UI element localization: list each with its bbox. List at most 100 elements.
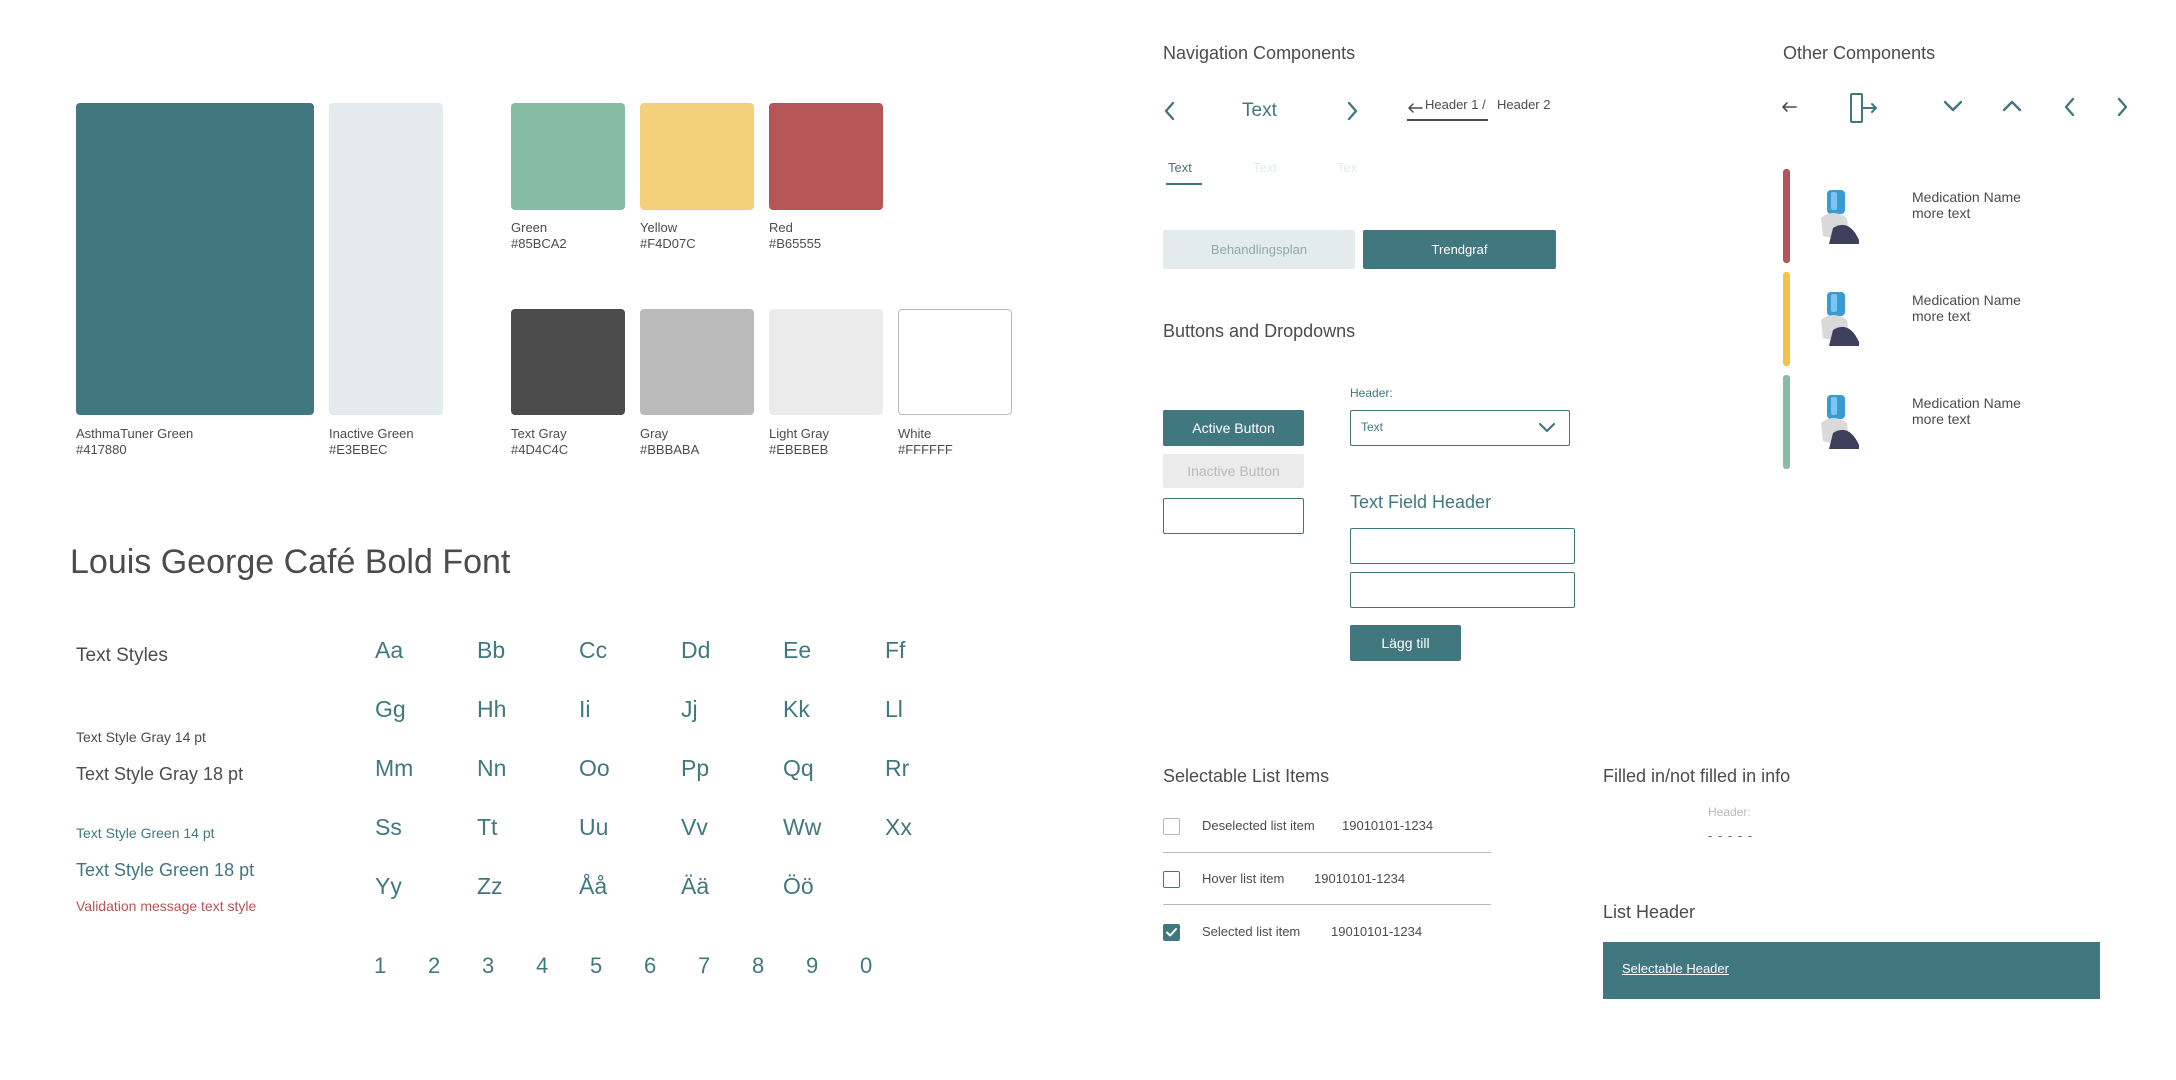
swatch-hex: #B65555 bbox=[769, 236, 822, 251]
glyph: Pp bbox=[681, 755, 710, 781]
other-components-title: Other Components bbox=[1783, 43, 1936, 63]
swatch-white bbox=[898, 309, 1012, 415]
selectable-header-link[interactable]: Selectable Header bbox=[1622, 961, 1729, 976]
list-divider bbox=[1163, 852, 1491, 853]
status-bar-yellow bbox=[1783, 272, 1790, 366]
chevron-left-icon[interactable] bbox=[1162, 100, 1178, 122]
chevron-up-icon[interactable] bbox=[2001, 98, 2023, 119]
swatch-hex: #F4D07C bbox=[640, 236, 696, 251]
list-item-id: 19010101-1234 bbox=[1331, 924, 1423, 939]
breadcrumb-back-icon[interactable] bbox=[1407, 101, 1423, 119]
medication-sub: more text bbox=[1912, 411, 1971, 427]
glyph: Xx bbox=[885, 814, 912, 840]
tab-active[interactable]: Text bbox=[1168, 160, 1192, 175]
glyph: Kk bbox=[783, 696, 810, 722]
text-field-1[interactable] bbox=[1350, 528, 1575, 564]
filled-info-header: Header: bbox=[1708, 805, 1751, 819]
list-item-label: Selected list item bbox=[1202, 924, 1301, 939]
digit: 4 bbox=[536, 953, 549, 978]
glyph: Dd bbox=[681, 637, 711, 663]
digit: 0 bbox=[860, 953, 873, 978]
buttons-title: Buttons and Dropdowns bbox=[1163, 321, 1356, 341]
list-header-bar[interactable]: Selectable Header bbox=[1603, 942, 2100, 999]
swatch-yellow bbox=[640, 103, 754, 210]
swatch-hex: #FFFFFF bbox=[898, 442, 953, 457]
filled-info-placeholder: - - - - - bbox=[1708, 828, 1754, 843]
glyph: Uu bbox=[579, 814, 609, 840]
swatch-inactive-green bbox=[329, 103, 443, 415]
glyph: Rr bbox=[885, 755, 910, 781]
glyph: Ss bbox=[375, 814, 402, 840]
status-bar-red bbox=[1783, 169, 1790, 263]
swatch-name: Inactive Green bbox=[329, 426, 414, 441]
glyph: Yy bbox=[375, 873, 402, 899]
segment-trendgraf[interactable]: Trendgraf bbox=[1363, 230, 1556, 269]
checkbox-checked-icon[interactable] bbox=[1163, 924, 1180, 941]
glyph: Vv bbox=[681, 814, 708, 840]
swatch-hex: #BBBABA bbox=[640, 442, 700, 457]
glyph: Gg bbox=[375, 696, 406, 722]
swatch-name: Yellow bbox=[640, 220, 678, 235]
digit: 1 bbox=[374, 953, 387, 978]
tab-inactive[interactable]: Text bbox=[1253, 160, 1277, 175]
chevron-left-icon[interactable] bbox=[2062, 96, 2078, 123]
active-button[interactable]: Active Button bbox=[1163, 410, 1304, 446]
digit: 3 bbox=[482, 953, 495, 978]
logout-icon[interactable] bbox=[1847, 92, 1879, 129]
list-header-title: List Header bbox=[1603, 902, 1696, 922]
swatch-green bbox=[511, 103, 625, 210]
medication-name: Medication Name bbox=[1912, 395, 2021, 411]
digit: 6 bbox=[644, 953, 657, 978]
glyph: Cc bbox=[579, 637, 608, 663]
chevron-right-icon[interactable] bbox=[2114, 96, 2130, 123]
glyph: Ff bbox=[885, 637, 906, 663]
digit: 8 bbox=[752, 953, 765, 978]
swatch-text-gray bbox=[511, 309, 625, 415]
segment-behandlingsplan[interactable]: Behandlingsplan bbox=[1163, 230, 1355, 269]
list-item-label: Hover list item bbox=[1202, 871, 1285, 886]
glyph: Qq bbox=[783, 755, 814, 781]
inhaler-icon bbox=[1815, 393, 1863, 460]
list-divider bbox=[1163, 904, 1491, 905]
chevron-down-icon bbox=[1537, 421, 1557, 440]
text-styles-title: Text Styles bbox=[76, 645, 168, 666]
checkbox-hover-icon[interactable] bbox=[1163, 871, 1180, 888]
swatch-gray bbox=[640, 309, 754, 415]
swatch-name: Light Gray bbox=[769, 426, 829, 441]
glyph: Bb bbox=[477, 637, 506, 663]
inactive-button[interactable]: Inactive Button bbox=[1163, 454, 1304, 488]
text-field-2[interactable] bbox=[1350, 572, 1575, 608]
add-button[interactable]: Lägg till bbox=[1350, 625, 1461, 661]
swatch-name: White bbox=[898, 426, 932, 441]
dropdown-value: Text bbox=[1361, 420, 1384, 434]
swatch-red bbox=[769, 103, 883, 210]
digit: 9 bbox=[806, 953, 819, 978]
swatch-hex: #4D4C4C bbox=[511, 442, 569, 457]
chevron-down-icon[interactable] bbox=[1942, 98, 1964, 119]
checkbox-empty-icon[interactable] bbox=[1163, 818, 1180, 835]
list-item-label: Deselected list item bbox=[1202, 818, 1315, 833]
medication-name: Medication Name bbox=[1912, 292, 2021, 308]
navigation-title: Navigation Components bbox=[1163, 43, 1356, 63]
text-style-gray-18: Text Style Gray 18 pt bbox=[76, 764, 244, 784]
font-title: Louis George Café Bold Font bbox=[70, 543, 511, 581]
text-style-green-14: Text Style Green 14 pt bbox=[76, 825, 215, 841]
tab-inactive[interactable]: Tex bbox=[1337, 160, 1357, 175]
empty-input[interactable] bbox=[1163, 498, 1304, 534]
breadcrumb-header-2[interactable]: Header 2 bbox=[1497, 97, 1550, 112]
breadcrumb-header-1[interactable]: Header 1 / bbox=[1425, 97, 1486, 112]
swatch-hex: #417880 bbox=[76, 442, 127, 457]
glyph: Zz bbox=[477, 873, 503, 899]
chevron-right-icon[interactable] bbox=[1344, 100, 1360, 122]
text-field-header: Text Field Header bbox=[1350, 492, 1492, 512]
filled-info-title: Filled in/not filled in info bbox=[1603, 766, 1791, 786]
glyph: Ää bbox=[681, 873, 710, 899]
inhaler-icon bbox=[1815, 188, 1863, 255]
list-item-id: 19010101-1234 bbox=[1314, 871, 1406, 886]
digit: 7 bbox=[698, 953, 711, 978]
breadcrumb-underline bbox=[1407, 119, 1488, 121]
glyph: Hh bbox=[477, 696, 507, 722]
back-arrow-icon[interactable] bbox=[1781, 100, 1797, 119]
glyph: Ee bbox=[783, 637, 812, 663]
dropdown-select[interactable]: Text bbox=[1350, 410, 1570, 446]
